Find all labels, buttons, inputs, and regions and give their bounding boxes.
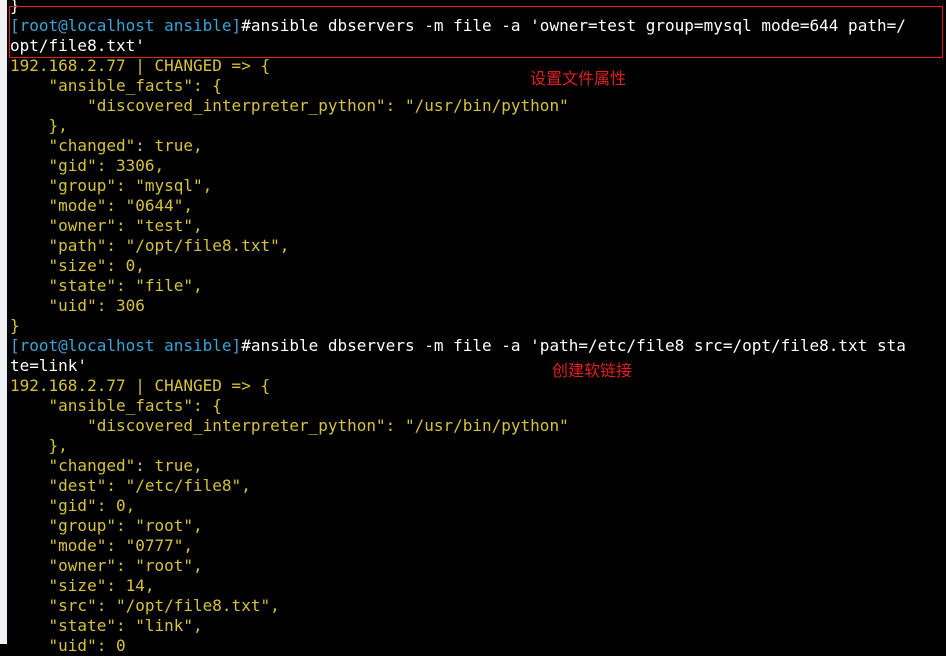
command-text: #ansible dbservers -m file -a 'owner=tes… xyxy=(241,16,906,35)
output-line: "discovered_interpreter_python": "/usr/b… xyxy=(10,96,946,116)
output-line: "owner": "test", xyxy=(10,216,946,236)
output-line: "changed": true, xyxy=(10,456,946,476)
line-text: 192.168.2.77 | CHANGED => { xyxy=(10,376,271,395)
output-line: "group": "root", xyxy=(10,516,946,536)
line-text: "size": 14, xyxy=(10,576,155,595)
line-text: "changed": true, xyxy=(10,136,203,155)
output-line: 192.168.2.77 | CHANGED => { xyxy=(10,376,946,396)
output-line: "src": "/opt/file8.txt", xyxy=(10,596,946,616)
annotation-create-symlink: 创建软链接 xyxy=(552,361,633,380)
line-text: } xyxy=(10,0,20,15)
output-line: "dest": "/etc/file8", xyxy=(10,476,946,496)
shell-prompt: [root@localhost ansible] xyxy=(10,16,242,35)
output-line: "ansible_facts": { xyxy=(10,76,946,96)
output-line: 192.168.2.77 | CHANGED => { xyxy=(10,56,946,76)
line-text: "src": "/opt/file8.txt", xyxy=(10,596,280,615)
line-text: "gid": 0, xyxy=(10,496,136,515)
line-text: }, xyxy=(10,116,68,135)
shell-prompt: [root@localhost ansible] xyxy=(10,336,242,355)
output-line: "gid": 0, xyxy=(10,496,946,516)
output-line: } xyxy=(10,0,946,16)
output-line: } xyxy=(10,316,946,336)
line-text: 192.168.2.77 | CHANGED => { xyxy=(10,56,271,75)
line-text: }, xyxy=(10,436,68,455)
line-text: "size": 0, xyxy=(10,256,145,275)
line-text: "path": "/opt/file8.txt", xyxy=(10,236,290,255)
output-line: "path": "/opt/file8.txt", xyxy=(10,236,946,256)
left-edge-strip xyxy=(0,0,7,644)
command-text: #ansible dbservers -m file -a 'path=/etc… xyxy=(241,336,906,355)
line-text: "state": "link", xyxy=(10,616,203,635)
line-text: "gid": 3306, xyxy=(10,156,165,175)
output-line: "uid": 306 xyxy=(10,296,946,316)
terminal-output[interactable]: } [root@localhost ansible]#ansible dbserv… xyxy=(10,0,946,655)
output-line: "gid": 3306, xyxy=(10,156,946,176)
output-line: "size": 0, xyxy=(10,256,946,276)
line-text: "state": "file", xyxy=(10,276,203,295)
line-text: "uid": 0 xyxy=(10,636,126,655)
line-text: "ansible_facts": { xyxy=(10,396,222,415)
line-text: "mode": "0777", xyxy=(10,536,194,555)
output-line: "mode": "0777", xyxy=(10,536,946,556)
output-line: "uid": 0 xyxy=(10,636,946,656)
annotation-set-attributes: 设置文件属性 xyxy=(530,69,627,88)
line-text: "group": "root", xyxy=(10,516,203,535)
output-line: "group": "mysql", xyxy=(10,176,946,196)
output-line: "discovered_interpreter_python": "/usr/b… xyxy=(10,416,946,436)
output-line: te=link' xyxy=(10,356,946,376)
line-text: "dest": "/etc/file8", xyxy=(10,476,251,495)
output-line: opt/file8.txt' xyxy=(10,36,946,56)
line-text: "uid": 306 xyxy=(10,296,145,315)
line-text: "ansible_facts": { xyxy=(10,76,222,95)
line-text: "mode": "0644", xyxy=(10,196,194,215)
line-text: "owner": "test", xyxy=(10,216,203,235)
output-line: }, xyxy=(10,116,946,136)
output-line: "state": "link", xyxy=(10,616,946,636)
line-text: "owner": "root", xyxy=(10,556,203,575)
line-text: } xyxy=(10,316,20,335)
line-text: te=link' xyxy=(10,356,88,375)
command-line: [root@localhost ansible]#ansible dbserve… xyxy=(10,16,946,36)
line-text: "changed": true, xyxy=(10,456,203,475)
line-text: "discovered_interpreter_python": "/usr/b… xyxy=(10,96,569,115)
line-text: "group": "mysql", xyxy=(10,176,213,195)
command-line: [root@localhost ansible]#ansible dbserve… xyxy=(10,336,946,356)
output-line: "ansible_facts": { xyxy=(10,396,946,416)
output-line: "state": "file", xyxy=(10,276,946,296)
output-line: "owner": "root", xyxy=(10,556,946,576)
line-text: "discovered_interpreter_python": "/usr/b… xyxy=(10,416,569,435)
output-line: }, xyxy=(10,436,946,456)
output-line: "changed": true, xyxy=(10,136,946,156)
output-line: "size": 14, xyxy=(10,576,946,596)
output-line: "mode": "0644", xyxy=(10,196,946,216)
line-text: opt/file8.txt' xyxy=(10,36,145,55)
